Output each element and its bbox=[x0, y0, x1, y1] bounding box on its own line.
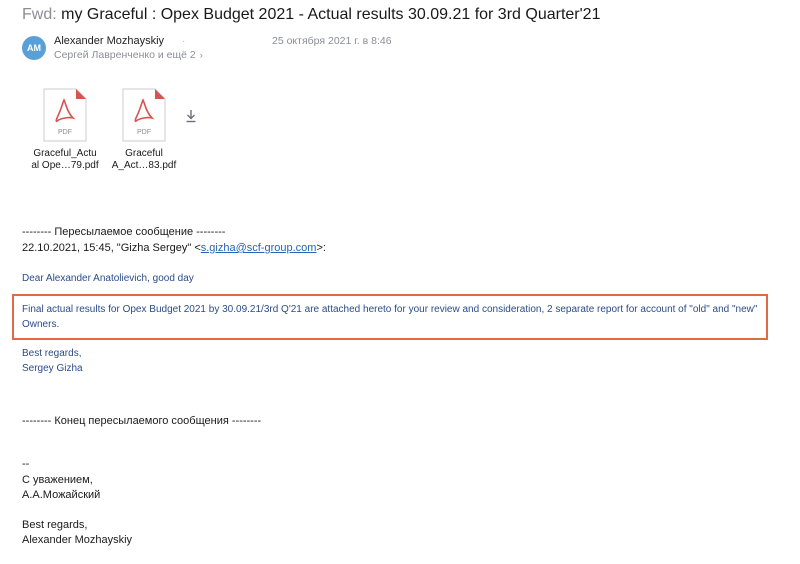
pdf-icon: PDF bbox=[122, 88, 166, 142]
file-type-label: PDF bbox=[58, 129, 72, 136]
subject-title: my Graceful : Opex Budget 2021 - Actual … bbox=[61, 6, 601, 23]
signature-en-regards: Best regards, bbox=[22, 519, 88, 531]
avatar-initials: AM bbox=[27, 43, 41, 53]
download-icon[interactable] bbox=[184, 108, 198, 124]
forward-header: -------- Пересылаемое сообщение -------- bbox=[22, 226, 226, 238]
pdf-icon: PDF bbox=[43, 88, 87, 142]
attachment-name-line1: Graceful bbox=[125, 148, 163, 159]
chevron-right-icon: › bbox=[199, 50, 203, 60]
regards-line: Best regards, bbox=[22, 348, 82, 359]
signer-name: Sergey Gizha bbox=[22, 363, 83, 374]
attachment-name-line1: Graceful_Actu bbox=[33, 148, 97, 159]
sender-email-link[interactable]: s.gizha@scf-group.com bbox=[201, 242, 317, 254]
attachment-name: Graceful_Actu al Ope…79.pdf bbox=[28, 148, 102, 172]
attachment-name: Graceful A_Act…83.pdf bbox=[107, 148, 181, 172]
signature-ru-name: А.А.Можайский bbox=[22, 489, 101, 501]
recipients-label: Сергей Лавренченко и ещё 2 bbox=[54, 49, 196, 61]
email-subject: Fwd: my Graceful : Opex Budget 2021 - Ac… bbox=[22, 6, 600, 24]
sender-name[interactable]: Alexander Mozhayskiy bbox=[54, 35, 164, 47]
greeting: Dear Alexander Anatolievich, good day bbox=[22, 273, 194, 284]
signature-en-name: Alexander Mozhayskiy bbox=[22, 534, 133, 546]
highlighted-paragraph: Final actual results for Opex Budget 202… bbox=[22, 304, 758, 330]
avatar[interactable]: AM bbox=[22, 36, 46, 60]
subject-prefix: Fwd: bbox=[22, 6, 57, 23]
recipients-toggle[interactable]: Сергей Лавренченко и ещё 2 › bbox=[54, 49, 203, 61]
forward-from-prefix: 22.10.2021, 15:45, "Gizha Sergey" < bbox=[22, 242, 201, 254]
signature-dashes: -- bbox=[22, 458, 30, 470]
forward-from-suffix: >: bbox=[316, 242, 326, 254]
attachment-name-line2: al Ope…79.pdf bbox=[31, 160, 99, 171]
sender-separator: · bbox=[182, 36, 186, 47]
forward-end: -------- Конец пересылаемого сообщения -… bbox=[22, 415, 262, 427]
email-date: 25 октября 2021 г. в 8:46 bbox=[272, 35, 392, 47]
signature-ru-regards: С уважением, bbox=[22, 474, 93, 486]
forward-from-line: 22.10.2021, 15:45, "Gizha Sergey" <s.giz… bbox=[22, 242, 326, 254]
attachment-name-line2: A_Act…83.pdf bbox=[111, 160, 177, 171]
file-type-label: PDF bbox=[137, 129, 151, 136]
